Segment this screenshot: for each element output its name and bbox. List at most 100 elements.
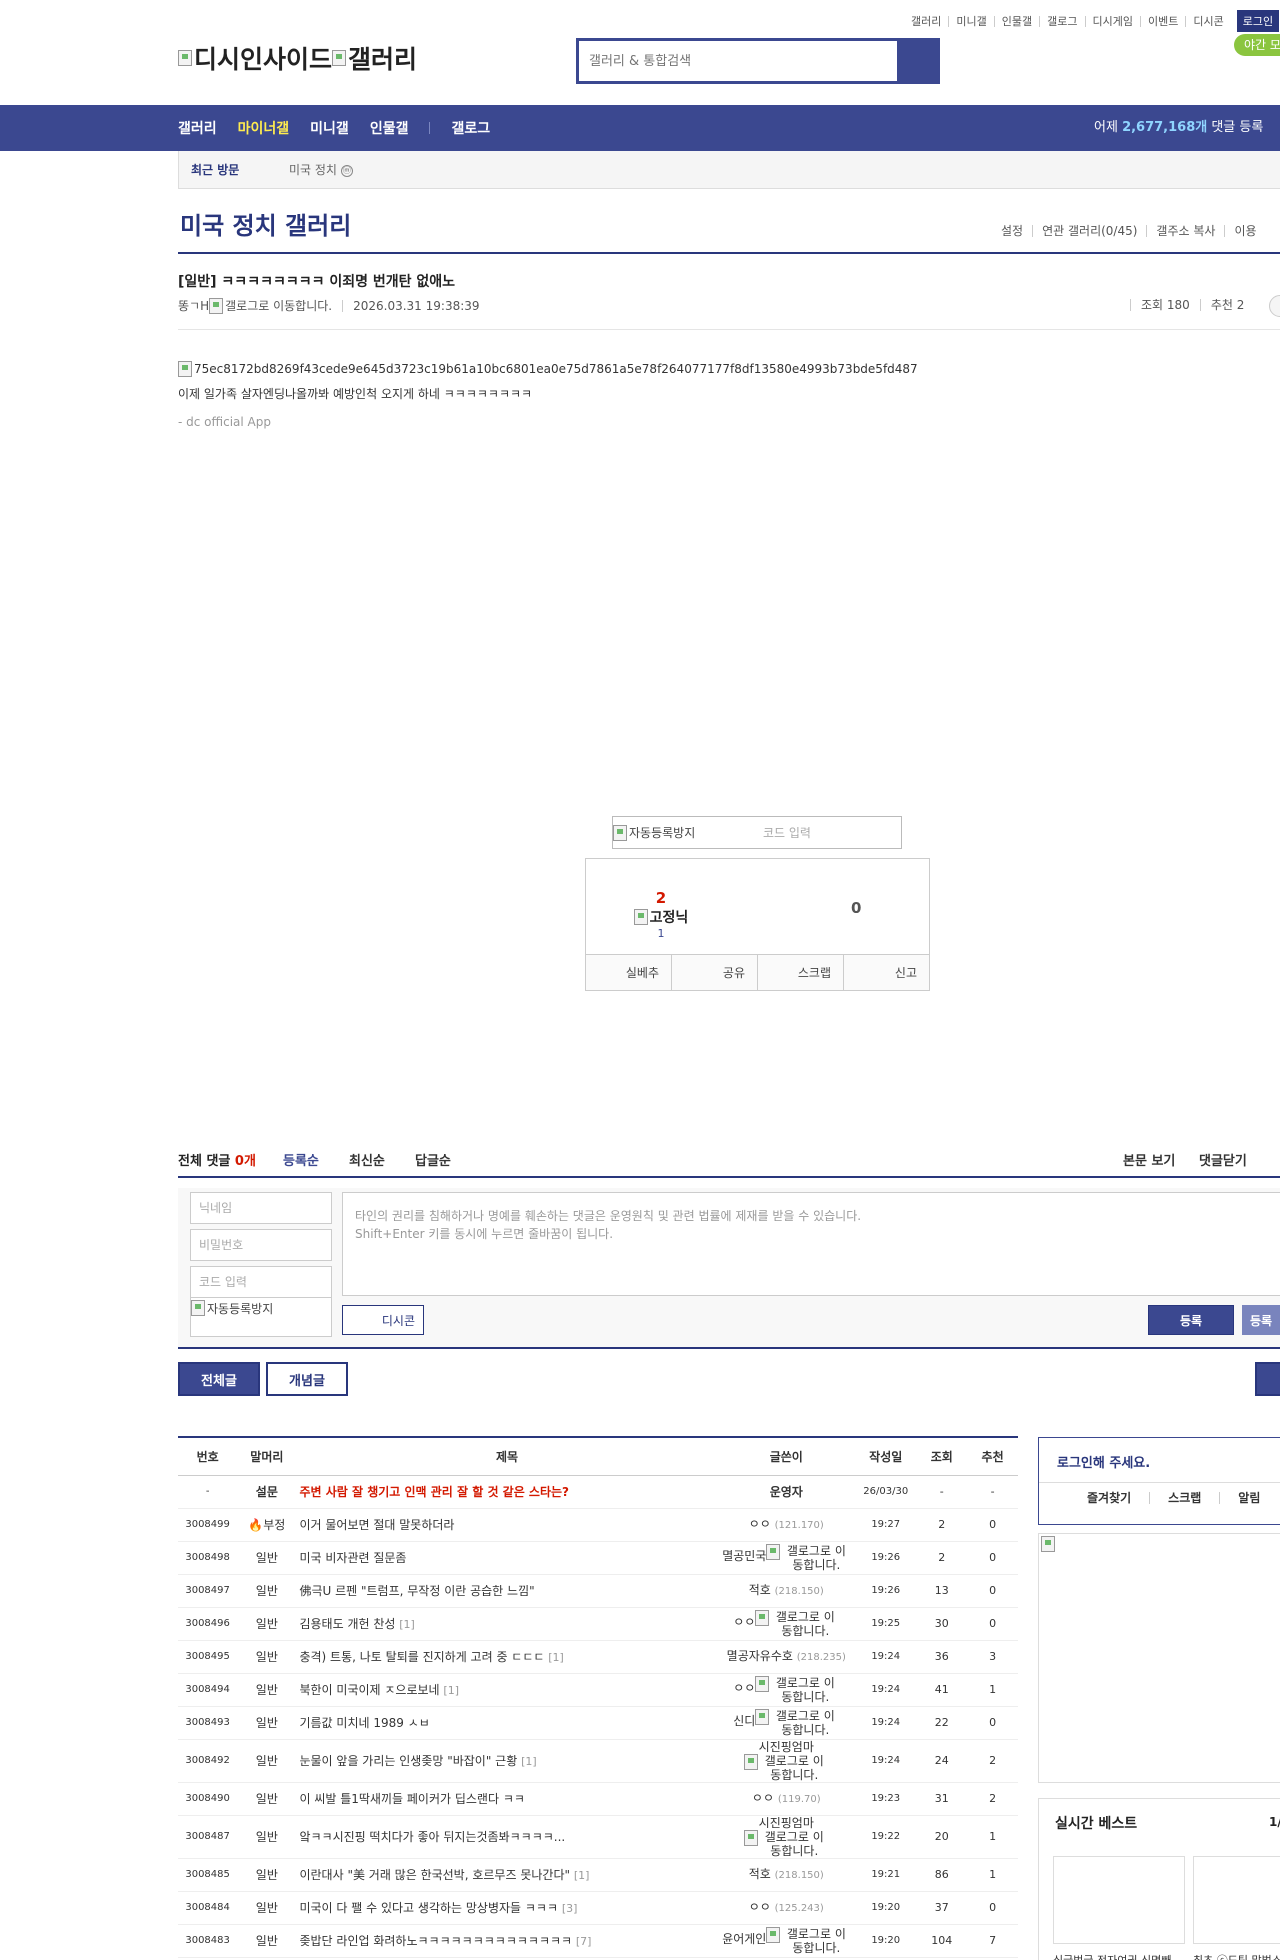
reply-count[interactable]: [1] xyxy=(574,1869,590,1882)
table-row[interactable]: 3008483 일반 좆밥단 라인업 화려하노ㅋㅋㅋㅋㅋㅋㅋㅋㅋㅋㅋㅋㅋㅋ [7] 윤… xyxy=(178,1924,1018,1958)
row-subject-text[interactable]: 충격) 트통, 나토 탈퇴를 진지하게 고려 중 ㄷㄷㄷ xyxy=(299,1650,544,1664)
real-best-button[interactable]: 실베추 xyxy=(586,955,671,990)
reply-count[interactable]: [3] xyxy=(562,1902,578,1915)
recommend-up-button[interactable]: 2 고정닉 1 xyxy=(626,889,696,940)
table-row[interactable]: 3008490 일반 이 씨발 틀1딱새끼들 페이커가 딥스랜다 ㅋㅋ ㅇㅇ (119… xyxy=(178,1782,1018,1816)
login-prompt[interactable]: 로그인해 주세요. xyxy=(1057,1452,1150,1471)
sort-registered[interactable]: 등록순 xyxy=(283,1150,319,1169)
reply-count[interactable]: [1] xyxy=(521,1755,537,1768)
top-menu-game[interactable]: 디시게임 xyxy=(1084,15,1140,27)
alarm-link[interactable]: 알림 xyxy=(1219,1491,1278,1504)
nav-gallog[interactable]: 갤로그 xyxy=(451,118,490,138)
favorites-link[interactable]: 즐겨찾기 xyxy=(1039,1492,1149,1504)
row-writer[interactable]: 적호 (218.150) xyxy=(717,1858,856,1892)
search-button[interactable] xyxy=(897,41,937,81)
tab-concept-posts[interactable]: 개념글 xyxy=(266,1362,348,1396)
writer-nick[interactable]: 적호 xyxy=(749,1867,771,1881)
author-gallog-link[interactable]: 갤로그로 이동합니다. xyxy=(225,297,332,314)
writer-gallog-link[interactable]: 갤로그로 이동합니다. xyxy=(766,1926,850,1955)
close-comments-link[interactable]: 댓글닫기 xyxy=(1199,1150,1247,1169)
writer-gallog-link[interactable]: 갤로그로 이동합니다. xyxy=(755,1675,839,1704)
row-writer[interactable]: 신디 갤로그로 이동합니다. xyxy=(717,1706,856,1740)
row-writer[interactable]: ㅇㅇ (121.170) xyxy=(717,1508,856,1542)
recent-visit-item[interactable]: 미국 정치 ⓜ xyxy=(281,161,353,178)
writer-gallog-link[interactable]: 갤로그로 이동합니다. xyxy=(755,1708,839,1737)
top-menu-mini[interactable]: 미니갤 xyxy=(948,15,993,27)
comment-code-input[interactable]: 코드 입력 xyxy=(190,1266,332,1298)
scrap-button[interactable]: 스크랩 xyxy=(757,955,843,990)
writer-nick[interactable]: ㅇㅇ xyxy=(752,1791,774,1805)
write-button[interactable] xyxy=(1255,1362,1280,1396)
copy-gallery-address-link[interactable]: 갤주소 복사 xyxy=(1146,225,1224,237)
row-subject[interactable]: 눈물이 앞을 가리는 인생좆망 "바잡이" 근황 [1] xyxy=(296,1739,718,1783)
row-subject-text[interactable]: 미국이 다 팰 수 있다고 생각하는 망상병자들 ㅋㅋㅋ xyxy=(299,1901,558,1915)
dccon-button[interactable]: 디시콘 xyxy=(342,1305,424,1335)
row-subject[interactable]: 기름값 미치네 1989 ㅅㅂ xyxy=(296,1706,718,1740)
password-input[interactable]: 비밀번호 xyxy=(190,1229,332,1261)
row-writer[interactable]: 멸공민국 갤로그로 이동합니다. xyxy=(717,1541,856,1575)
captcha-code-input[interactable]: 코드 입력 xyxy=(763,824,811,841)
gallery-settings-link[interactable]: 설정 xyxy=(990,225,1032,237)
related-gallery-link[interactable]: 연관 갤러리(0/45) xyxy=(1032,225,1146,237)
view-body-link[interactable]: 본문 보기 xyxy=(1123,1150,1175,1169)
top-menu-gallog[interactable]: 갤로그 xyxy=(1039,15,1084,27)
row-subject[interactable]: 김용태도 개헌 찬성 [1] xyxy=(296,1607,718,1641)
report-button[interactable]: 신고 xyxy=(843,955,929,990)
nav-person-gallery[interactable]: 인물갤 xyxy=(370,118,409,138)
table-row[interactable]: 3008499 🔥부정 이거 물어보면 절대 말못하더라 ㅇㅇ (121.170) 19… xyxy=(178,1508,1018,1542)
notice-row[interactable]: - 설문 주변 사람 잘 챙기고 인맥 관리 잘 할 것 같은 스타는? 운영자… xyxy=(178,1475,1018,1509)
writer-nick[interactable]: ㅇㅇ xyxy=(749,1900,771,1914)
best-thumbnail[interactable] xyxy=(1053,1856,1185,1944)
row-subject[interactable]: 북한이 미국이제 ㅈ으로보네 [1] xyxy=(296,1673,718,1707)
row-subject[interactable]: 이거 물어보면 절대 말못하더라 xyxy=(296,1508,718,1542)
row-writer[interactable]: 시진핑엄마 갤로그로 이동합니다. xyxy=(717,1739,856,1783)
search-input[interactable] xyxy=(579,41,897,81)
row-subject[interactable]: 이 씨발 틀1딱새끼들 페이커가 딥스랜다 ㅋㅋ xyxy=(296,1782,718,1816)
post-image[interactable]: 75ec8172bd8269f43cede9e645d3723c19b61a10… xyxy=(178,361,918,377)
row-subject-text[interactable]: 북한이 미국이제 ㅈ으로보네 xyxy=(299,1683,439,1697)
top-menu-gallery[interactable]: 갤러리 xyxy=(904,16,948,27)
writer-nick[interactable]: ㅇㅇ xyxy=(733,1681,755,1695)
reply-count[interactable]: [1] xyxy=(548,1651,564,1664)
row-subject-text[interactable]: 이란대사 "美 거래 많은 한국선박, 호르무즈 못나간다" xyxy=(299,1868,570,1882)
table-row[interactable]: 3008494 일반 북한이 미국이제 ㅈ으로보네 [1] ㅇㅇ 갤로그로 이동합니다.… xyxy=(178,1673,1018,1707)
writer-nick[interactable]: ㅇㅇ xyxy=(733,1615,755,1629)
writer-nick[interactable]: 적호 xyxy=(749,1583,771,1597)
writer-nick[interactable]: 시진핑엄마 xyxy=(759,1740,814,1754)
row-subject-text[interactable]: 이 씨발 틀1딱새끼들 페이커가 딥스랜다 ㅋㅋ xyxy=(299,1792,524,1806)
table-row[interactable]: 3008492 일반 눈물이 앞을 가리는 인생좆망 "바잡이" 근황 [1] 시진핑… xyxy=(178,1739,1018,1783)
row-subject[interactable]: 좆밥단 라인업 화려하노ㅋㅋㅋㅋㅋㅋㅋㅋㅋㅋㅋㅋㅋㅋ [7] xyxy=(296,1924,718,1958)
writer-nick[interactable]: ㅇㅇ xyxy=(749,1517,771,1531)
row-writer[interactable]: 적호 (218.150) xyxy=(717,1574,856,1608)
row-writer[interactable]: ㅇㅇ (125.243) xyxy=(717,1891,856,1925)
row-subject[interactable]: 충격) 트통, 나토 탈퇴를 진지하게 고려 중 ㄷㄷㄷ [1] xyxy=(296,1640,718,1674)
writer-gallog-link[interactable]: 갤로그로 이동합니다. xyxy=(755,1609,839,1638)
tab-all-posts[interactable]: 전체글 xyxy=(178,1362,260,1396)
table-row[interactable]: 3008484 일반 미국이 다 팰 수 있다고 생각하는 망상병자들 ㅋㅋㅋ [3… xyxy=(178,1891,1018,1925)
row-writer[interactable]: ㅇㅇ 갤로그로 이동합니다. xyxy=(717,1673,856,1707)
realtime-best-page[interactable]: 1/ xyxy=(1269,1815,1280,1829)
login-button[interactable]: 로그인 xyxy=(1236,10,1280,32)
row-subject[interactable]: 이란대사 "美 거래 많은 한국선박, 호르무즈 못나간다" [1] xyxy=(296,1858,718,1892)
row-subject[interactable]: 주변 사람 잘 챙기고 인맥 관리 잘 할 것 같은 스타는? xyxy=(296,1475,718,1509)
writer-nick[interactable]: 멸공민국 xyxy=(722,1549,766,1563)
writer-nick[interactable]: 시진핑엄마 xyxy=(759,1816,814,1830)
row-subject-text[interactable]: 좆밥단 라인업 화려하노ㅋㅋㅋㅋㅋㅋㅋㅋㅋㅋㅋㅋㅋㅋ xyxy=(299,1934,572,1948)
table-row[interactable]: 3008495 일반 충격) 트통, 나토 탈퇴를 진지하게 고려 중 ㄷㄷㄷ [1… xyxy=(178,1640,1018,1674)
row-subject[interactable]: 미국 비자관련 질문좀 xyxy=(296,1541,718,1575)
ad-banner[interactable] xyxy=(1038,1533,1280,1783)
reply-count[interactable]: [7] xyxy=(576,1935,592,1948)
table-row[interactable]: 3008496 일반 김용태도 개헌 찬성 [1] ㅇㅇ 갤로그로 이동합니다. 19:2… xyxy=(178,1607,1018,1641)
row-subject[interactable]: 佛극U 르펜 "트럼프, 무작정 이란 공습한 느낌" xyxy=(296,1574,718,1608)
row-writer[interactable]: 운영자 xyxy=(717,1475,856,1509)
row-subject-text[interactable]: 미국 비자관련 질문좀 xyxy=(299,1551,406,1565)
row-writer[interactable]: 윤어게인 갤로그로 이동합니다. xyxy=(717,1924,856,1958)
row-writer[interactable]: 멸공자유수호 (218.235) xyxy=(717,1640,856,1674)
comment-register-recommend-button[interactable]: 등록 xyxy=(1242,1305,1280,1335)
writer-nick[interactable]: 윤어게인 xyxy=(722,1932,766,1946)
row-subject-text[interactable]: 佛극U 르펜 "트럼프, 무작정 이란 공습한 느낌" xyxy=(299,1584,534,1598)
best-caption[interactable]: 싱글벙글 전자여권 신명빼... xyxy=(1053,1952,1185,1960)
top-menu-event[interactable]: 이벤트 xyxy=(1139,15,1185,27)
row-writer[interactable]: 시진핑엄마 갤로그로 이동합니다. xyxy=(717,1815,856,1859)
row-subject-text[interactable]: 눈물이 앞을 가리는 인생좆망 "바잡이" 근황 xyxy=(299,1754,517,1768)
